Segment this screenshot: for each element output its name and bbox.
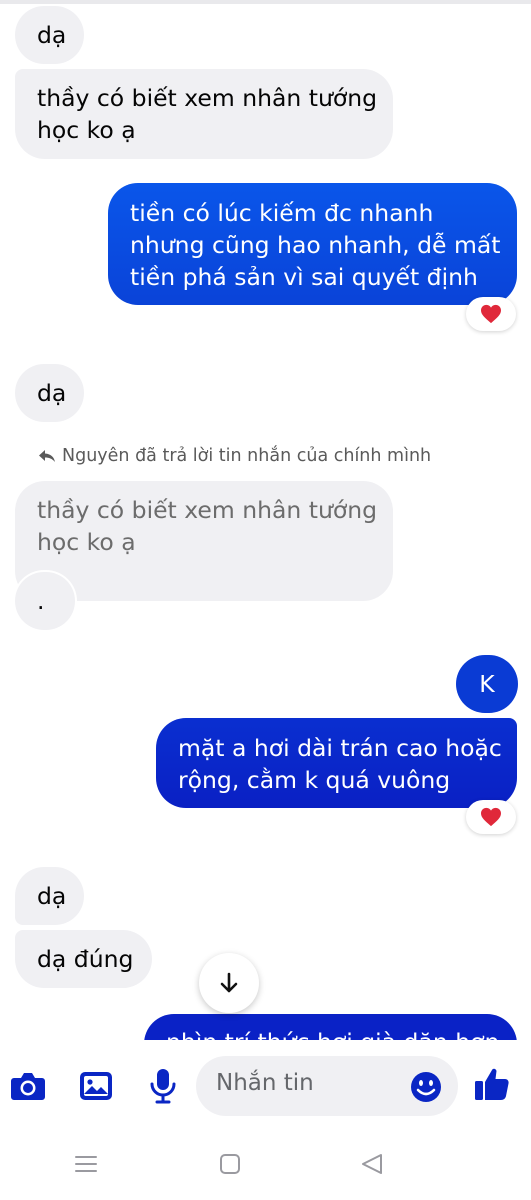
quoted-line: thầy có biết xem nhân tướng <box>37 496 378 524</box>
message-line: . <box>37 587 45 615</box>
image-icon <box>80 1072 112 1100</box>
back-button[interactable] <box>357 1148 387 1180</box>
message-line: thầy có biết xem nhân tướng <box>37 84 378 112</box>
home-button[interactable] <box>216 1148 244 1180</box>
message-bubble[interactable]: tiền có lúc kiếm đc nhanh nhưng cũng hao… <box>108 183 517 305</box>
message-composer: Nhắn tin <box>0 1040 531 1132</box>
system-navigation-bar <box>0 1132 531 1200</box>
message-line: dạ <box>37 379 67 407</box>
message-bubble[interactable]: dạ <box>15 6 84 64</box>
message-input-placeholder: Nhắn tin <box>216 1070 314 1096</box>
top-divider <box>0 0 531 4</box>
reply-note: Nguyên đã trả lời tin nhắn của chính mìn… <box>38 446 431 466</box>
emoji-icon <box>411 1072 441 1102</box>
menu-icon <box>75 1156 97 1172</box>
message-bubble[interactable]: dạ <box>15 867 84 925</box>
message-line: học ko ạ <box>37 116 136 144</box>
voice-button[interactable] <box>143 1064 183 1108</box>
home-square-icon <box>220 1154 240 1174</box>
arrow-down-icon <box>220 972 238 993</box>
quoted-message[interactable]: thầy có biết xem nhân tướng học ko ạ <box>15 481 393 601</box>
reaction-badge[interactable] <box>466 800 516 834</box>
microphone-icon <box>150 1069 176 1104</box>
message-bubble[interactable]: thầy có biết xem nhân tướng học ko ạ <box>15 69 393 159</box>
message-bubble[interactable]: dạ <box>15 364 84 422</box>
back-triangle-icon <box>362 1154 382 1174</box>
quoted-line: học ko ạ <box>37 528 136 556</box>
message-line: dạ đúng <box>37 945 134 973</box>
thumbs-up-icon <box>475 1068 509 1100</box>
reaction-badge[interactable] <box>466 297 516 331</box>
message-line: tiền có lúc kiếm đc nhanh <box>130 199 434 227</box>
emoji-button[interactable] <box>409 1070 443 1104</box>
message-line: mặt a hơi dài trán cao hoặc <box>178 734 502 762</box>
like-button[interactable] <box>472 1064 512 1104</box>
message-bubble[interactable]: K <box>456 655 518 713</box>
message-line: K <box>479 670 495 698</box>
message-input[interactable]: Nhắn tin <box>196 1056 458 1116</box>
camera-icon <box>11 1073 45 1100</box>
message-bubble[interactable]: . <box>15 572 75 630</box>
message-line: tiền phá sản vì sai quyết định <box>130 263 478 291</box>
camera-button[interactable] <box>8 1066 48 1106</box>
heart-icon <box>481 807 501 827</box>
message-bubble[interactable]: dạ đúng <box>15 930 152 988</box>
message-bubble[interactable]: mặt a hơi dài trán cao hoặc rộng, cằm k … <box>156 718 517 808</box>
message-line: dạ <box>37 882 67 910</box>
message-line: rộng, cằm k quá vuông <box>178 766 451 794</box>
heart-icon <box>481 304 501 324</box>
reply-arrow-icon <box>39 450 55 462</box>
message-line: dạ <box>37 21 67 49</box>
scroll-to-bottom-button[interactable] <box>199 953 259 1013</box>
gallery-button[interactable] <box>76 1066 116 1106</box>
message-line: nhưng cũng hao nhanh, dễ mất <box>130 231 501 259</box>
recent-apps-button[interactable] <box>72 1148 100 1180</box>
reply-note-text: Nguyên đã trả lời tin nhắn của chính mìn… <box>62 446 432 466</box>
